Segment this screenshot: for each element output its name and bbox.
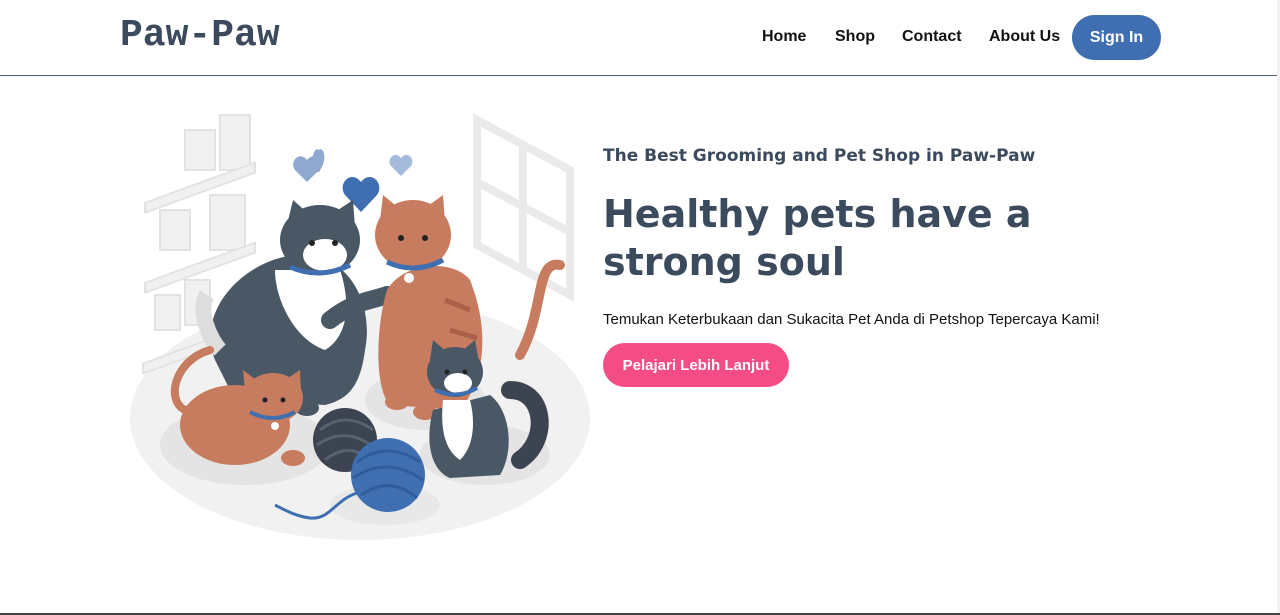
nav-link-shop[interactable]: Shop bbox=[835, 28, 875, 46]
hero-tagline: The Best Grooming and Pet Shop in Paw-Pa… bbox=[603, 146, 1036, 166]
nav-link-contact[interactable]: Contact bbox=[902, 28, 962, 46]
hero-illustration bbox=[125, 100, 600, 550]
nav-link-about-us[interactable]: About Us bbox=[989, 28, 1060, 46]
learn-more-button[interactable]: Pelajari Lebih Lanjut bbox=[603, 343, 789, 387]
cats-illustration bbox=[130, 113, 590, 540]
navbar: Paw-Paw Home Shop Contact About Us Sign … bbox=[0, 0, 1280, 76]
hero-headline: Healthy pets have a strong soul bbox=[603, 192, 1032, 284]
hero-subtext: Temukan Keterbukaan dan Sukacita Pet And… bbox=[603, 311, 1100, 328]
nav-link-home[interactable]: Home bbox=[762, 28, 806, 46]
sign-in-button[interactable]: Sign In bbox=[1072, 15, 1161, 60]
